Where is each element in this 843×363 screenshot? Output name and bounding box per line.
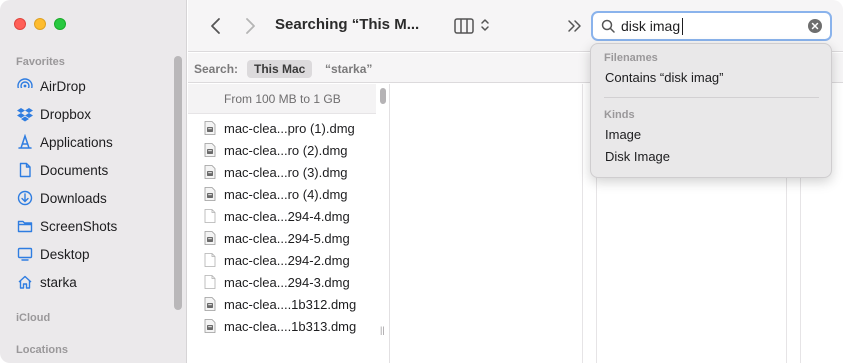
search-input[interactable] <box>621 17 801 35</box>
view-options-chevron-icon[interactable] <box>480 16 490 37</box>
suggestions-heading-kinds: Kinds <box>604 109 635 121</box>
file-name: mac-clea...ro (2).dmg <box>224 142 348 158</box>
sidebar-heading-locations: Locations <box>16 344 68 356</box>
home-icon <box>16 273 34 291</box>
zoom-window-button[interactable] <box>54 18 66 30</box>
sidebar-item-label: Downloads <box>40 190 107 206</box>
suggestion-kind-disk-image[interactable]: Disk Image <box>605 149 670 164</box>
suggestions-heading-filenames: Filenames <box>604 52 658 64</box>
sidebar-item-label: Applications <box>40 134 113 150</box>
file-row[interactable]: mac-clea....1b313.dmg <box>204 315 356 337</box>
file-row[interactable]: mac-clea...294-2.dmg <box>204 249 350 271</box>
sidebar-item-label: Desktop <box>40 246 90 262</box>
file-row[interactable]: mac-clea...ro (4).dmg <box>204 183 348 205</box>
sidebar-scrollbar[interactable] <box>174 56 182 310</box>
sidebar-item-downloads[interactable]: Downloads <box>16 186 176 210</box>
scope-label: Search: <box>194 62 239 76</box>
column-resize-handle-icon[interactable]: || <box>380 325 385 335</box>
file-name: mac-clea...pro (1).dmg <box>224 120 355 136</box>
file-row[interactable]: mac-clea...294-3.dmg <box>204 271 350 293</box>
suggestion-kind-image[interactable]: Image <box>605 127 641 142</box>
desktop-icon <box>16 245 34 263</box>
sidebar-heading-icloud: iCloud <box>16 312 51 324</box>
file-row[interactable]: mac-clea....1b312.dmg <box>204 293 356 315</box>
group-header: From 100 MB to 1 GB <box>188 84 376 114</box>
sidebar-item-label: starka <box>40 274 77 290</box>
file-name: mac-clea...ro (4).dmg <box>224 186 348 202</box>
sidebar-heading-favorites: Favorites <box>16 56 65 68</box>
results-column: From 100 MB to 1 GB || mac-clea...pro (1… <box>188 84 390 363</box>
finder-window: Favorites AirDrop Dropbox Applications D… <box>0 0 843 363</box>
file-name: mac-clea....1b313.dmg <box>224 318 357 334</box>
file-row[interactable]: mac-clea...294-4.dmg <box>204 205 350 227</box>
menu-separator <box>604 97 819 98</box>
applications-icon <box>16 133 34 151</box>
sidebar-item-label: Documents <box>40 162 109 178</box>
group-header-label: From 100 MB to 1 GB <box>224 92 341 106</box>
sidebar-item-label: AirDrop <box>40 78 86 94</box>
suggestion-filename-contains[interactable]: Contains “disk imag” <box>605 70 724 85</box>
search-suggestions-menu: Filenames Contains “disk imag” Kinds Ima… <box>590 43 832 178</box>
search-field[interactable] <box>591 11 832 41</box>
dmg-file-icon <box>204 231 216 245</box>
column-divider <box>582 84 583 363</box>
dropbox-icon <box>16 105 34 123</box>
file-row[interactable]: mac-clea...pro (1).dmg <box>204 117 355 139</box>
sidebar: Favorites AirDrop Dropbox Applications D… <box>0 0 187 363</box>
toolbar-overflow-icon[interactable] <box>567 19 583 36</box>
text-caret <box>682 18 683 35</box>
folder-icon <box>16 217 34 235</box>
back-button[interactable] <box>210 17 222 38</box>
forward-button[interactable] <box>244 17 256 38</box>
search-icon <box>601 19 615 36</box>
scope-this-mac-button[interactable]: This Mac <box>247 60 313 78</box>
scrollbar-thumb[interactable] <box>380 88 386 104</box>
file-row[interactable]: mac-clea...294-5.dmg <box>204 227 350 249</box>
sidebar-item-label: ScreenShots <box>40 218 118 234</box>
dmg-file-icon <box>204 165 216 179</box>
sidebar-item-label: Dropbox <box>40 106 92 122</box>
document-icon <box>16 161 34 179</box>
sidebar-item-starka[interactable]: starka <box>16 270 176 294</box>
clear-search-icon[interactable] <box>808 19 822 33</box>
airdrop-icon <box>16 77 34 95</box>
sidebar-item-desktop[interactable]: Desktop <box>16 242 176 266</box>
file-name: mac-clea...294-4.dmg <box>224 208 350 224</box>
dmg-file-icon <box>204 297 216 311</box>
dmg-file-icon <box>204 143 216 157</box>
sidebar-item-airdrop[interactable]: AirDrop <box>16 74 176 98</box>
file-name: mac-clea....1b312.dmg <box>224 296 357 312</box>
window-title: Searching “This M... <box>275 16 420 33</box>
sidebar-item-screenshots[interactable]: ScreenShots <box>16 214 176 238</box>
close-window-button[interactable] <box>14 18 26 30</box>
file-name: mac-clea...294-5.dmg <box>224 230 350 246</box>
dmg-file-icon <box>204 121 216 135</box>
blank-file-icon <box>204 275 216 289</box>
sidebar-item-dropbox[interactable]: Dropbox <box>16 102 176 126</box>
file-row[interactable]: mac-clea...ro (2).dmg <box>204 139 348 161</box>
traffic-lights <box>14 18 66 30</box>
dmg-file-icon <box>204 187 216 201</box>
dmg-file-icon <box>204 319 216 333</box>
scope-user-folder-button[interactable]: “starka” <box>325 62 372 76</box>
file-name: mac-clea...294-2.dmg <box>224 252 350 268</box>
file-name: mac-clea...294-3.dmg <box>224 274 350 290</box>
file-name: mac-clea...ro (3).dmg <box>224 164 348 180</box>
downloads-icon <box>16 189 34 207</box>
blank-file-icon <box>204 209 216 223</box>
column-view-icon[interactable] <box>454 17 474 38</box>
blank-file-icon <box>204 253 216 267</box>
sidebar-item-documents[interactable]: Documents <box>16 158 176 182</box>
sidebar-item-applications[interactable]: Applications <box>16 130 176 154</box>
results-scrollbar[interactable]: || <box>380 86 387 356</box>
file-row[interactable]: mac-clea...ro (3).dmg <box>204 161 348 183</box>
minimize-window-button[interactable] <box>34 18 46 30</box>
